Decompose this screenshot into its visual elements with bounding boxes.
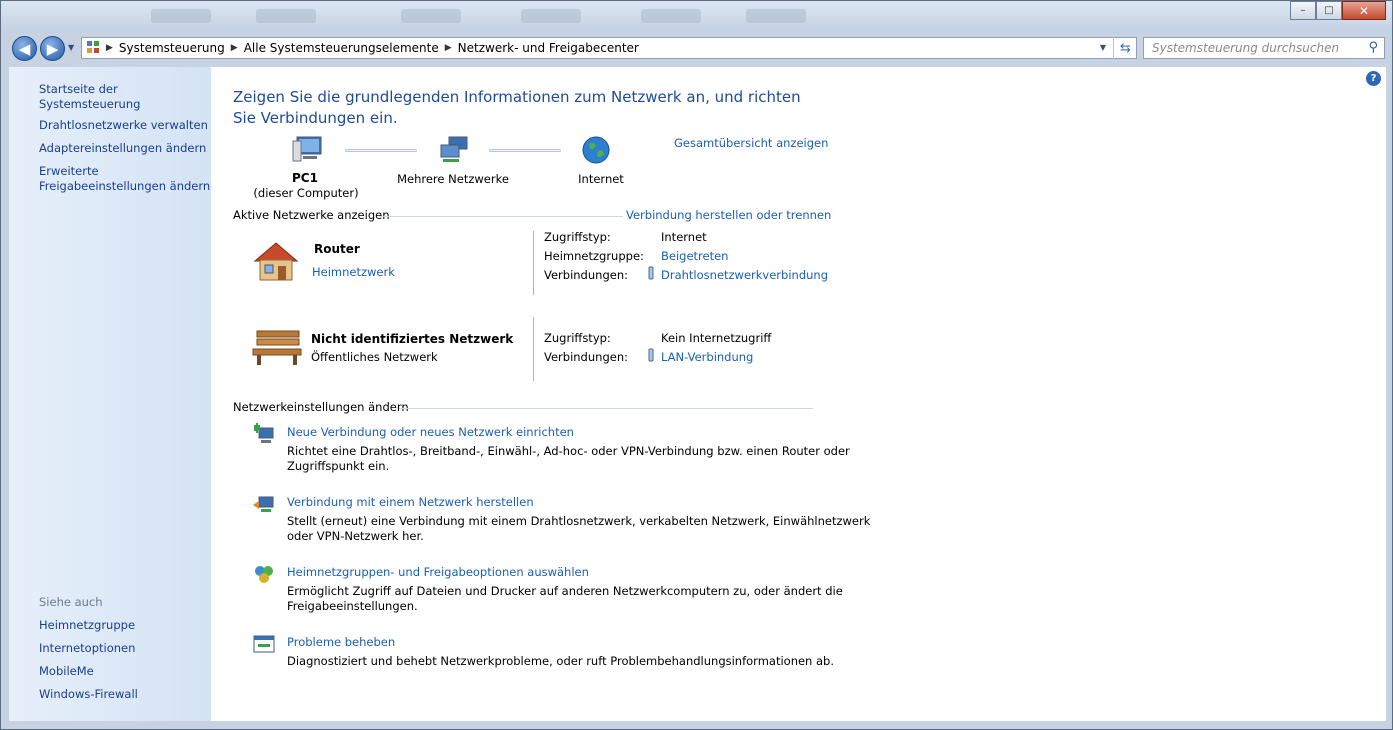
search-icon[interactable]: ⚲ bbox=[1368, 40, 1378, 55]
see-also-title: Siehe auch bbox=[39, 595, 103, 609]
task-troubleshoot-desc: Diagnostiziert und behebt Netzwerkproble… bbox=[287, 654, 835, 668]
homegroup-icon bbox=[253, 563, 275, 588]
task-new-connection-desc: Zugriffspunkt ein. bbox=[287, 459, 390, 473]
multiple-networks-label: Mehrere Netzwerke bbox=[397, 172, 509, 186]
access-type-label: Zugriffstyp: bbox=[544, 230, 611, 244]
ghost-decoration bbox=[746, 9, 806, 23]
back-button[interactable]: ◀ bbox=[12, 36, 37, 61]
minimize-button[interactable]: – bbox=[1290, 1, 1316, 20]
refresh-button[interactable]: ⇆ bbox=[1113, 37, 1137, 59]
task-connect-network-desc: Stellt (erneut) eine Verbindung mit eine… bbox=[287, 514, 871, 528]
access-type-value: Internet bbox=[661, 230, 707, 244]
connections-label: Verbindungen: bbox=[544, 350, 628, 364]
homegroup-joined-link[interactable]: Beigetreten bbox=[661, 249, 728, 263]
sidebar-item-homegroup[interactable]: Heimnetzgruppe bbox=[39, 618, 135, 633]
pc-subtitle: (dieser Computer) bbox=[253, 186, 359, 200]
task-connect-network-desc: oder VPN-Netzwerk her. bbox=[287, 529, 424, 543]
connector-line bbox=[345, 149, 417, 152]
new-connection-icon bbox=[253, 423, 275, 448]
ghost-decoration bbox=[641, 9, 701, 23]
home-icon bbox=[251, 239, 301, 286]
sidebar-item-advanced-sharing[interactable]: Erweiterte bbox=[39, 164, 99, 179]
sidebar-item-adapter-settings[interactable]: Adaptereinstellungen ändern bbox=[39, 141, 206, 156]
settings-section-title: Netzwerkeinstellungen ändern bbox=[233, 400, 409, 414]
task-homegroup-desc: Ermöglicht Zugriff auf Dateien und Druck… bbox=[287, 584, 843, 598]
sidebar-item-windows-firewall[interactable]: Windows-Firewall bbox=[39, 687, 138, 702]
ghost-decoration bbox=[151, 9, 211, 23]
close-button[interactable]: ✕ bbox=[1342, 1, 1386, 20]
globe-icon bbox=[581, 135, 611, 168]
task-troubleshoot-link[interactable]: Probleme beheben bbox=[287, 635, 395, 649]
multiple-networks-icon bbox=[437, 135, 471, 168]
network-type-home-link[interactable]: Heimnetzwerk bbox=[312, 265, 395, 279]
history-dropdown-icon[interactable]: ▼ bbox=[68, 43, 74, 52]
internet-label: Internet bbox=[578, 172, 624, 186]
connector-line bbox=[489, 149, 561, 152]
breadcrumb-systemsteuerung[interactable]: Systemsteuerung bbox=[113, 41, 231, 55]
sidebar-item-control-panel-home[interactable]: Startseite der Systemsteuerung bbox=[39, 82, 211, 112]
breadcrumb-all-items[interactable]: Alle Systemsteuerungselemente bbox=[238, 41, 445, 55]
task-new-connection-link[interactable]: Neue Verbindung oder neues Netzwerk einr… bbox=[287, 425, 574, 439]
vertical-divider bbox=[533, 317, 534, 381]
maximize-button[interactable]: □ bbox=[1316, 1, 1342, 20]
network-name-router: Router bbox=[314, 242, 360, 256]
overview-link[interactable]: Gesamtübersicht anzeigen bbox=[674, 136, 828, 150]
breadcrumb-network-center[interactable]: Netzwerk- und Freigabecenter bbox=[452, 41, 645, 55]
address-row: ◀ ▶ ▼ ▶ Systemsteuerung ▶ Alle Systemste… bbox=[1, 33, 1392, 63]
section-divider bbox=[399, 408, 813, 409]
ghost-decoration bbox=[521, 9, 581, 23]
window-controls: – □ ✕ bbox=[1290, 1, 1386, 20]
access-type-value: Kein Internetzugriff bbox=[661, 331, 772, 345]
pc-name: PC1 bbox=[292, 171, 318, 185]
connect-disconnect-link[interactable]: Verbindung herstellen oder trennen bbox=[626, 208, 831, 222]
sidebar: Startseite der Systemsteuerung Drahtlosn… bbox=[9, 67, 211, 721]
help-icon[interactable]: ? bbox=[1366, 71, 1381, 86]
task-new-connection-desc: Richtet eine Drahtlos-, Breitband-, Einw… bbox=[287, 444, 850, 458]
active-networks-title: Aktive Netzwerke anzeigen bbox=[233, 208, 390, 222]
network-name-unidentified: Nicht identifiziertes Netzwerk bbox=[311, 332, 514, 346]
lan-connection-link[interactable]: LAN-Verbindung bbox=[661, 350, 753, 364]
task-connect-network-link[interactable]: Verbindung mit einem Netzwerk herstellen bbox=[287, 495, 534, 509]
section-divider bbox=[379, 216, 623, 217]
ghost-decoration bbox=[256, 9, 316, 23]
sidebar-item-advanced-sharing-line2[interactable]: Freigabeeinstellungen ändern bbox=[39, 179, 210, 194]
homegroup-label: Heimnetzgruppe: bbox=[544, 249, 644, 263]
address-dropdown-icon[interactable]: ▼ bbox=[1100, 43, 1106, 52]
breadcrumb-separator[interactable]: ▶ bbox=[231, 43, 238, 53]
computer-icon bbox=[291, 135, 325, 168]
sidebar-item-internet-options[interactable]: Internetoptionen bbox=[39, 641, 135, 656]
breadcrumb-separator[interactable]: ▶ bbox=[445, 43, 452, 53]
lan-icon bbox=[647, 348, 655, 362]
forward-button[interactable]: ▶ bbox=[40, 36, 65, 61]
connections-label: Verbindungen: bbox=[544, 268, 628, 282]
title-bar: – □ ✕ bbox=[1, 1, 1392, 33]
search-input[interactable]: Systemsteuerung durchsuchen ⚲ bbox=[1143, 37, 1385, 59]
vertical-divider bbox=[533, 231, 534, 295]
task-homegroup-link[interactable]: Heimnetzgruppen- und Freigabeoptionen au… bbox=[287, 565, 589, 579]
main-pane: ? Zeigen Sie die grundlegenden Informati… bbox=[211, 67, 1386, 721]
access-type-label: Zugriffstyp: bbox=[544, 331, 611, 345]
sidebar-item-manage-wireless[interactable]: Drahtlosnetzwerke verwalten bbox=[39, 118, 208, 133]
bench-icon bbox=[251, 327, 303, 370]
network-type-public: Öffentliches Netzwerk bbox=[311, 350, 438, 364]
troubleshoot-icon bbox=[253, 633, 275, 658]
control-panel-icon bbox=[82, 40, 100, 57]
page-title: Zeigen Sie die grundlegenden Information… bbox=[233, 88, 801, 127]
ghost-decoration bbox=[401, 9, 461, 23]
address-bar[interactable]: ▶ Systemsteuerung ▶ Alle Systemsteuerung… bbox=[81, 37, 1137, 59]
wireless-connection-link[interactable]: Drahtlosnetzwerkverbindung bbox=[661, 268, 828, 282]
search-placeholder: Systemsteuerung durchsuchen bbox=[1152, 41, 1340, 55]
wireless-signal-icon bbox=[647, 266, 655, 280]
sidebar-item-mobileme[interactable]: MobileMe bbox=[39, 664, 94, 679]
task-homegroup-desc: Freigabeeinstellungen. bbox=[287, 599, 418, 613]
connect-network-icon bbox=[253, 493, 275, 518]
window: – □ ✕ ◀ ▶ ▼ ▶ Systemsteuerung ▶ Alle Sys… bbox=[0, 0, 1393, 730]
breadcrumb-separator[interactable]: ▶ bbox=[100, 43, 113, 53]
